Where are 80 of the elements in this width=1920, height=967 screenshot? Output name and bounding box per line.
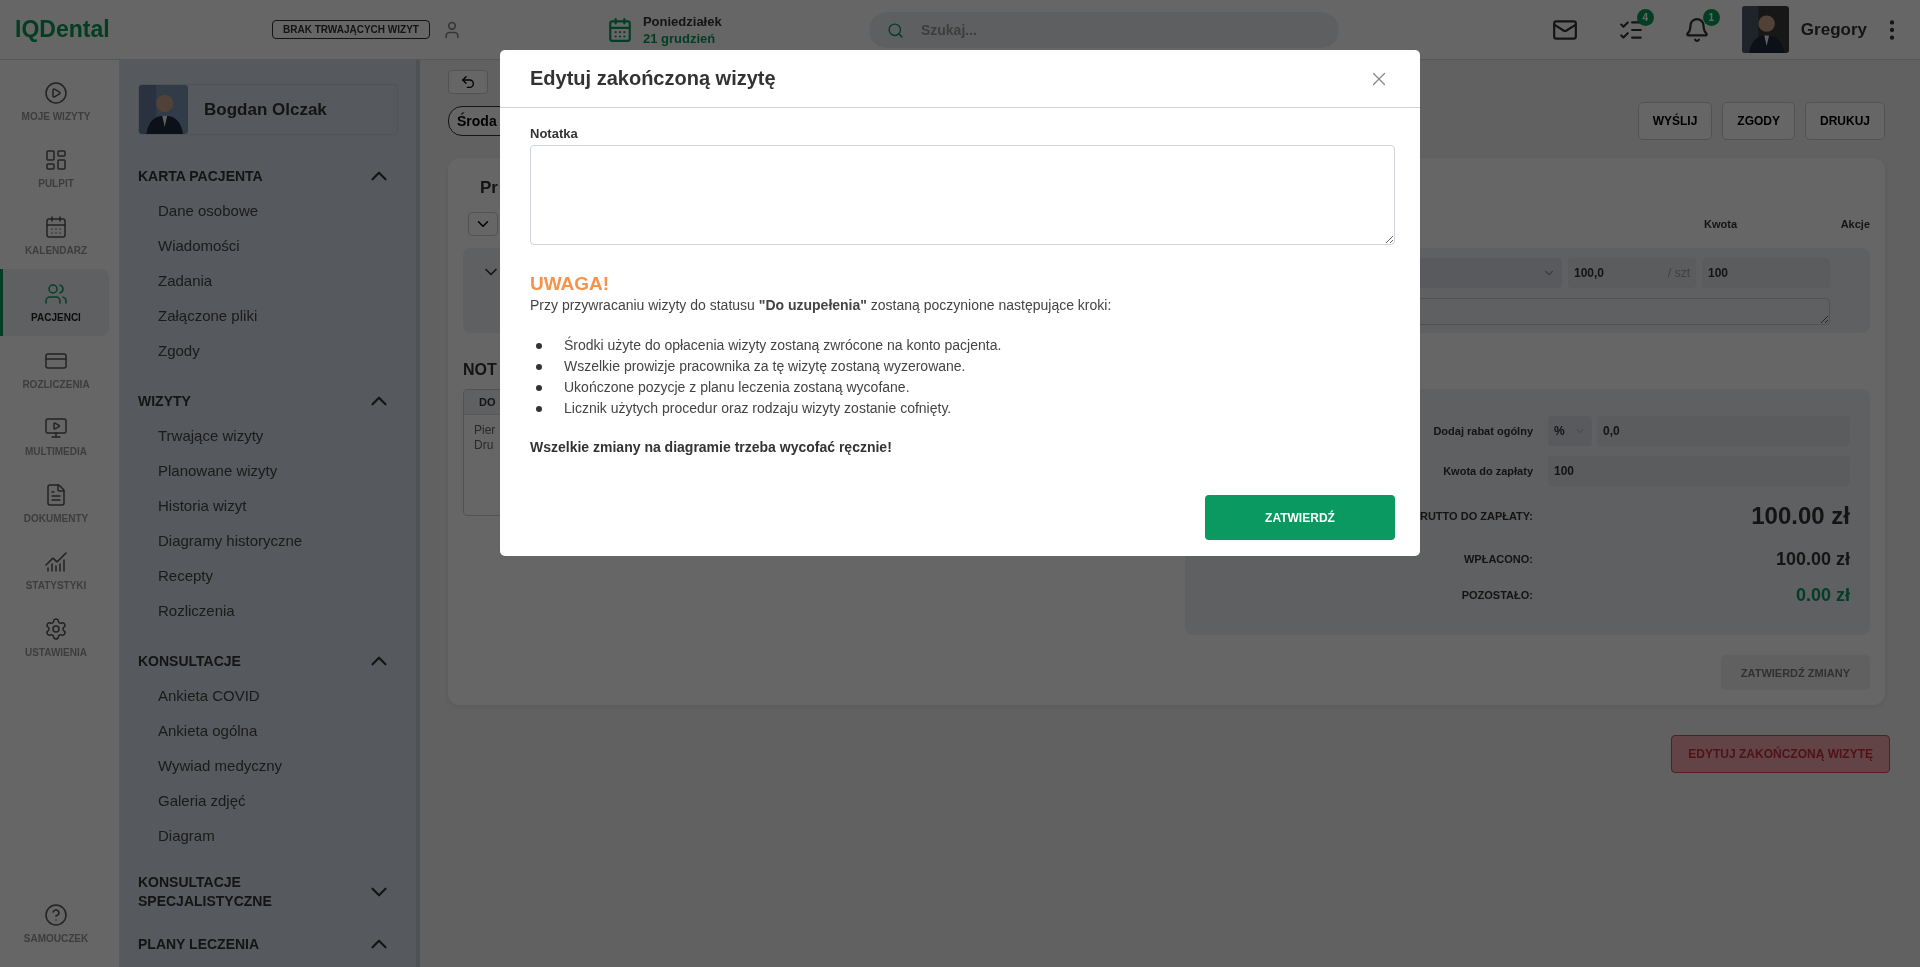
section-title: KARTA PACJENTA (138, 166, 263, 186)
nav-label: PACJENCI (31, 312, 81, 323)
sidebar-link[interactable]: Galeria zdjęć (138, 783, 398, 818)
play-icon (44, 81, 68, 105)
expand-all-button[interactable] (468, 212, 498, 236)
discount-type-select[interactable]: % (1548, 416, 1592, 446)
back-button[interactable] (448, 70, 488, 94)
dashboard-icon (44, 148, 68, 172)
sidebar-link[interactable]: Diagram (138, 818, 398, 853)
field-label: Dodaj rabat ogólny (1433, 425, 1533, 437)
total-value: 0.00 zł (1794, 584, 1850, 606)
discount-input[interactable]: 0,0 (1597, 416, 1850, 446)
bullet-icon (536, 384, 542, 391)
date-text: 21 grudzień (642, 29, 717, 47)
warning-title: UWAGA! (530, 273, 611, 295)
help-icon (44, 903, 68, 927)
nav-item[interactable]: PACJENCI (0, 269, 109, 336)
bullet-icon (536, 363, 542, 370)
amount-due-input[interactable]: 100 (1548, 456, 1850, 486)
panel-title: Pr (480, 178, 498, 198)
document-icon (44, 483, 68, 507)
section-title: PLANY LECZENIA (138, 934, 260, 954)
sidebar-link[interactable]: Recepty (138, 558, 398, 593)
users-icon (44, 282, 68, 306)
final-note: Wszelkie zmiany na diagramie trzeba wycofać ręcznie! (530, 439, 893, 455)
app-logo[interactable]: IQDental (15, 16, 272, 43)
sidebar-link[interactable]: Diagramy historyczne (138, 523, 398, 558)
visit-status: BRAK TRWAJĄCYCH WIZYT (272, 20, 430, 39)
column-header: Kwota (1703, 218, 1739, 230)
step-text: Wszelkie prowizje pracownika za tę wizytę zostaną wyzerowane. (564, 357, 966, 376)
sidebar-link[interactable]: Załączone pliki (138, 298, 398, 333)
bullet-icon (536, 342, 542, 349)
day-name: Poniedziałek (642, 12, 722, 30)
undo-icon (460, 74, 476, 90)
task-count: 4 (1636, 8, 1654, 26)
sidebar-link[interactable]: Historia wizyt (138, 488, 398, 523)
sidebar-link[interactable]: Ankieta ogólna (138, 713, 398, 748)
sidebar-link[interactable]: Dane osobowe (138, 193, 398, 228)
amount-input[interactable]: 100 (1702, 258, 1830, 288)
sidebar-link[interactable]: Zgody (138, 333, 398, 368)
sidebar-link[interactable]: Ankieta COVID (138, 678, 398, 713)
patient-card[interactable]: Bogdan Olczak (138, 84, 398, 135)
step-text: Licznik użytych procedur oraz rodzaju wizyty zostanie cofnięty. (564, 399, 952, 418)
patient-name: Bogdan Olczak (204, 99, 327, 120)
note-field[interactable] (530, 145, 1395, 245)
total-value: 100.00 zł (1750, 502, 1850, 530)
total-value: 100.00 zł (1774, 548, 1850, 570)
sidebar-link[interactable]: Wiadomości (138, 228, 398, 263)
step-text: Środki użyte do opłacenia wizyty zostaną zwrócone na konto pacjenta. (564, 335, 1002, 355)
notification-count: 1 (1702, 8, 1720, 26)
user-name[interactable]: Gregory (1800, 19, 1867, 40)
bell-icon[interactable] (1683, 16, 1710, 43)
monitor-icon (44, 416, 68, 440)
sidebar-link[interactable]: Rozliczenia (138, 593, 398, 628)
column-header: Akcje (1839, 218, 1870, 230)
section-title: KONSULTACJE SPECJALISTYCZNE (138, 873, 273, 911)
section-title: KONSULTACJE (138, 651, 241, 671)
calendar-icon (606, 16, 633, 43)
total-label: WPŁACONO: (1463, 553, 1533, 565)
chart-icon (44, 550, 68, 574)
sidebar-link[interactable]: Wywiad medyczny (138, 748, 398, 783)
settings-icon (44, 617, 68, 641)
total-label: RUTTO DO ZAPŁATY: (1419, 510, 1533, 522)
field-label: Kwota do zapłaty (1443, 465, 1533, 477)
section-title: NOT (463, 361, 497, 379)
total-label: POZOSTAŁO: (1461, 589, 1533, 601)
sidebar-link[interactable]: Zadania (138, 263, 398, 298)
action-button[interactable]: WYŚLIJ (1637, 102, 1713, 140)
action-button[interactable]: ZGODY (1722, 102, 1795, 140)
note-text: Pier Dru (473, 422, 497, 454)
warning-text: Przy przywracaniu wizyty do statusu "Do uzupełenia" zostaną poczynione następujące kroki: (530, 297, 1113, 313)
sidebar-link[interactable]: Trwające wizyty (138, 418, 398, 453)
search-icon (886, 21, 904, 39)
dialog-title: Edytuj zakończoną wizytę (530, 67, 776, 90)
bullet-icon (536, 405, 542, 412)
sidebar-link[interactable]: Planowane wizyty (138, 453, 398, 488)
confirm-button[interactable]: ZATWIERDŹ (1205, 495, 1395, 540)
section-title: WIZYTY (138, 391, 191, 411)
action-button[interactable]: DRUKUJ (1805, 102, 1885, 140)
calendar-icon (44, 215, 68, 239)
